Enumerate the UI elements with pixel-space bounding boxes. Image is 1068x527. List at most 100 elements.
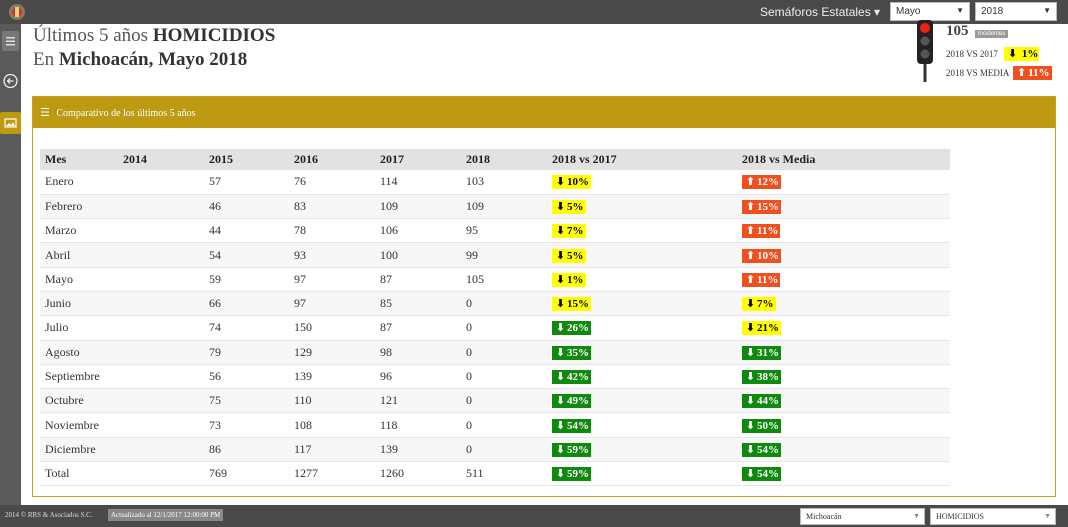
column-header: 2018 vs 2017: [547, 149, 737, 170]
vs-2017-value: 59%: [567, 468, 589, 481]
footer-bar: 2014 © RRS & Asociados S.C. Actualizado …: [0, 505, 1068, 527]
table-cell-y2016: 108: [289, 412, 375, 438]
table-cell-y2014: [118, 218, 204, 244]
arrow-down-icon: ⬇: [745, 442, 756, 456]
table-row: Septiembre 56 139 96 0 ⬇ 42% ⬇ 38%: [40, 364, 950, 390]
menu-icon: [6, 37, 15, 46]
column-header: 2016: [289, 149, 375, 170]
month-select[interactable]: Mayo ▼: [890, 2, 970, 21]
table-cell-vs-media: ⬇ 21%: [737, 315, 950, 341]
vs-media-value: 10%: [757, 249, 779, 262]
vs-2017-badge: ⬇ 26%: [552, 321, 591, 336]
vs-2017-value: 35%: [567, 346, 589, 359]
back-arrow-icon: [3, 73, 18, 89]
table-body: Enero 57 76 114 103 ⬇ 10% ⬆ 12% Febrero 46 83 109 109…: [40, 170, 950, 487]
table-cell-vs-media: ⬆ 11%: [737, 267, 950, 292]
table-cell-y2017: 121: [375, 388, 461, 414]
year-select[interactable]: 2018 ▼: [975, 2, 1057, 21]
state-select[interactable]: Michoacán ▼: [800, 508, 925, 525]
table-cell-y2015: 56: [204, 364, 289, 390]
menu-toggle-button[interactable]: [2, 31, 19, 51]
table-cell-y2016: 150: [289, 315, 375, 341]
table-cell-y2017: 98: [375, 340, 461, 365]
vs-2017-value: 7%: [567, 225, 584, 238]
table-cell-y2018: 95: [461, 218, 547, 244]
table-cell-mes: Febrero: [40, 194, 118, 220]
vs-media-value: 11%: [757, 273, 779, 286]
table-cell-vs-2017: ⬇ 26%: [547, 315, 737, 341]
arrow-down-icon: ⬇: [745, 418, 756, 432]
column-header: Mes: [40, 149, 118, 170]
table-cell-vs-media: ⬇ 44%: [737, 388, 950, 414]
table-cell-vs-2017: ⬇ 59%: [547, 437, 737, 463]
vs-media-value: 54%: [757, 443, 779, 456]
table-row: Marzo 44 78 106 95 ⬇ 7% ⬆ 11%: [40, 218, 950, 244]
vs-2017-badge: ⬇ 15%: [552, 297, 591, 312]
arrow-down-icon: ⬇: [745, 297, 756, 311]
table-cell-y2017: 109: [375, 194, 461, 220]
comparison-table: Mes 2014 2015 2016 2017 2018 2018 vs 201…: [40, 149, 950, 487]
table-cell-y2018: 511: [461, 461, 547, 487]
table-cell-y2014: [118, 437, 204, 463]
table-row: Julio 74 150 87 0 ⬇ 26% ⬇ 21%: [40, 315, 950, 341]
back-button[interactable]: [2, 71, 19, 91]
table-cell-y2018: 0: [461, 412, 547, 438]
table-cell-vs-2017: ⬇ 59%: [547, 461, 737, 487]
kpi-vs-2017-label: 2018 VS 2017: [946, 49, 998, 59]
vs-2017-badge: ⬇ 35%: [552, 345, 591, 360]
arrow-down-icon: ⬇: [555, 467, 566, 481]
vs-2017-badge: ⬇ 7%: [552, 224, 586, 239]
table-cell-vs-media: ⬆ 11%: [737, 218, 950, 244]
vs-2017-value: 49%: [567, 395, 589, 408]
table-cell-mes: Diciembre: [40, 437, 118, 463]
crime-select[interactable]: HOMICIDIOS ▼: [930, 508, 1056, 525]
table-cell-y2015: 57: [204, 170, 289, 195]
arrow-up-icon: ⬆: [1016, 66, 1027, 79]
table-cell-y2016: 110: [289, 388, 375, 414]
page-title: Últimos 5 años HOMICIDIOS: [33, 25, 275, 47]
states-dropdown-menu[interactable]: Semáforos Estatales ▾: [760, 5, 880, 19]
table-cell-y2014: [118, 412, 204, 438]
table-cell-mes: Mayo: [40, 267, 118, 292]
table-cell-y2016: 97: [289, 267, 375, 292]
chevron-down-icon: ▼: [1044, 512, 1051, 520]
kpi-vs-media-badge: ⬆ 11%: [1013, 66, 1052, 80]
table-cell-y2016: 129: [289, 340, 375, 365]
vs-2017-badge: ⬇ 5%: [552, 199, 586, 214]
list-icon: ☰: [40, 106, 50, 119]
arrow-down-icon: ⬇: [555, 272, 566, 286]
arrow-down-icon: ⬇: [745, 394, 756, 408]
table-cell-mes: Junio: [40, 291, 118, 317]
arrow-up-icon: ⬆: [745, 224, 756, 238]
chart-view-button[interactable]: [0, 112, 21, 134]
table-cell-y2015: 59: [204, 267, 289, 292]
table-cell-y2014: [118, 170, 204, 195]
state-seal-icon[interactable]: [8, 3, 26, 21]
arrow-down-icon: ⬇: [555, 297, 566, 311]
arrow-up-icon: ⬆: [745, 199, 756, 213]
column-header: 2018 vs Media: [737, 149, 950, 170]
vs-2017-badge: ⬇ 5%: [552, 248, 586, 263]
table-row: Febrero 46 83 109 109 ⬇ 5% ⬆ 15%: [40, 194, 950, 220]
subtitle-place: Michoacán, Mayo 2018: [58, 49, 248, 70]
arrow-up-icon: ⬆: [745, 272, 756, 286]
vs-2017-value: 5%: [567, 200, 584, 213]
vs-2017-badge: ⬇ 59%: [552, 442, 591, 457]
kpi-vs-2017-value: 1%: [1021, 48, 1039, 60]
table-cell-y2017: 96: [375, 364, 461, 390]
table-cell-y2014: [118, 388, 204, 414]
table-cell-vs-2017: ⬇ 5%: [547, 242, 737, 268]
table-cell-y2016: 117: [289, 437, 375, 463]
updated-badge: Actualizado al 12/1/2017 12:00:00 PM: [108, 509, 224, 521]
vs-media-value: 15%: [757, 200, 779, 213]
vs-2017-badge: ⬇ 49%: [552, 394, 591, 409]
kpi-vs-media-value: 11%: [1028, 67, 1050, 79]
crime-select-value: HOMICIDIOS: [936, 512, 984, 521]
chevron-down-icon: ▼: [913, 512, 920, 520]
table-cell-mes: Enero: [40, 170, 118, 195]
table-cell-vs-media: ⬇ 31%: [737, 340, 950, 365]
table-cell-y2017: 118: [375, 412, 461, 438]
subtitle-prefix: En: [33, 49, 55, 70]
table-cell-vs-2017: ⬇ 49%: [547, 388, 737, 414]
table-cell-y2018: 109: [461, 194, 547, 220]
